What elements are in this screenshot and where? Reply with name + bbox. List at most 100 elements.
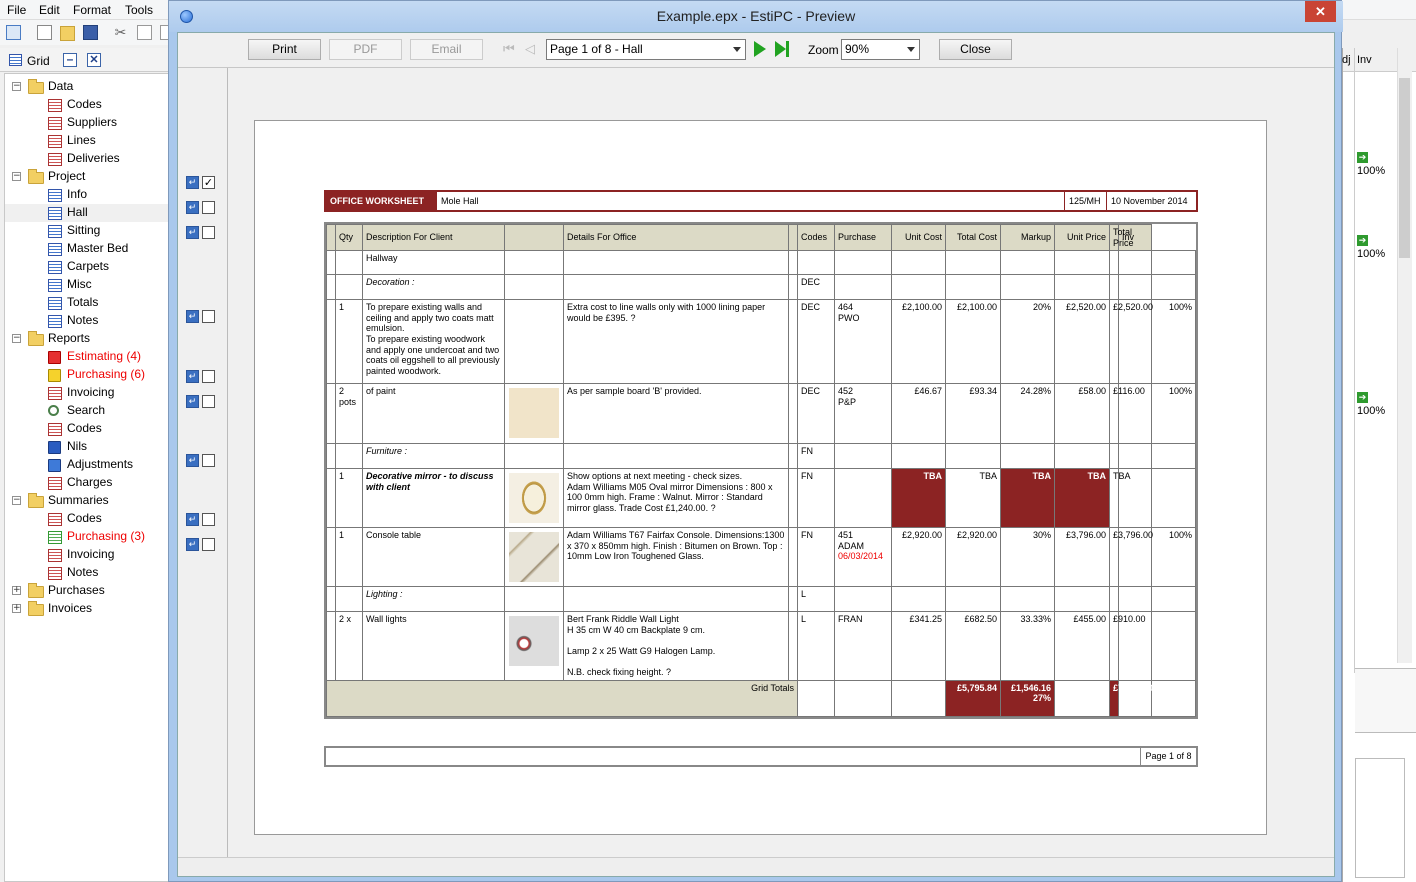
email-button[interactable]: Email [410, 39, 483, 60]
tree-item-project[interactable]: − Project [5, 168, 169, 186]
row-include-checkbox[interactable] [202, 395, 215, 408]
tree-item-master-bed[interactable]: Master Bed [5, 240, 169, 258]
expand-icon[interactable]: + [12, 586, 21, 595]
insert-row-icon[interactable]: ↵ [186, 395, 199, 408]
row-include-checkbox[interactable] [202, 201, 215, 214]
row-include-checkbox[interactable] [202, 226, 215, 239]
prev-page-icon[interactable]: ◁ [525, 42, 538, 56]
horizontal-scrollbar[interactable] [178, 857, 1334, 876]
last-page-icon[interactable] [775, 41, 789, 57]
tree-item-sitting[interactable]: Sitting [5, 222, 169, 240]
tree-item-deliveries[interactable]: Deliveries [5, 150, 169, 168]
insert-row-icon[interactable]: ↵ [186, 538, 199, 551]
tree-item-purchasing-6[interactable]: Purchasing (6) [5, 366, 169, 384]
open-folder-icon[interactable] [60, 26, 75, 41]
cell-unit-cost [891, 274, 946, 301]
insert-row-icon[interactable]: ↵ [186, 370, 199, 383]
tree-item-invoicing[interactable]: Invoicing [5, 384, 169, 402]
cell-purchase: 452 P&P [834, 383, 892, 445]
close-window-button[interactable]: ✕ [1305, 1, 1336, 22]
cell-total-cost: £682.50 [945, 611, 1001, 681]
tree-item-summaries[interactable]: − Summaries [5, 492, 169, 510]
cell-desc: To prepare existing walls and ceiling an… [362, 299, 505, 385]
tree-item-suppliers[interactable]: Suppliers [5, 114, 169, 132]
row-include-checkbox[interactable]: ✓ [202, 176, 215, 189]
collapse-tree-icon[interactable]: − [12, 496, 21, 505]
find-icon[interactable] [6, 25, 21, 40]
new-file-icon[interactable] [37, 25, 52, 40]
close-grid-icon[interactable]: ✕ [87, 53, 101, 67]
tree-item-purchasing-3[interactable]: Purchasing (3) [5, 528, 169, 546]
menu-edit[interactable]: Edit [39, 3, 60, 17]
collapse-tree-icon[interactable]: − [12, 334, 21, 343]
tree-item-purchases[interactable]: + Purchases [5, 582, 169, 600]
tree-item-lines[interactable]: Lines [5, 132, 169, 150]
tree-item-codes[interactable]: Codes [5, 510, 169, 528]
cell-codes: DEC [797, 274, 835, 301]
cell-total-cost [945, 586, 1001, 613]
cell-purchase [834, 586, 892, 613]
expand-icon[interactable]: + [12, 604, 21, 613]
menu-tools[interactable]: Tools [125, 3, 153, 17]
cell-total-price: £2,520.00 [1109, 299, 1153, 385]
insert-row-icon[interactable]: ↵ [186, 513, 199, 526]
cell-spacer [326, 527, 336, 588]
row-include-checkbox[interactable] [202, 454, 215, 467]
close-button[interactable]: Close [939, 39, 1012, 60]
tree-item-misc[interactable]: Misc [5, 276, 169, 294]
insert-row-icon[interactable]: ↵ [186, 176, 199, 189]
collapse-icon[interactable]: – [63, 53, 77, 67]
tree-item-totals[interactable]: Totals [5, 294, 169, 312]
tree-item-search[interactable]: Search [5, 402, 169, 420]
row-include-checkbox[interactable] [202, 538, 215, 551]
tree-item-label: Purchasing (6) [67, 367, 146, 381]
cell-unit-price [1054, 586, 1110, 613]
row-include-checkbox[interactable] [202, 310, 215, 323]
tree-item-hall[interactable]: Hall [5, 204, 169, 222]
tree-item-data[interactable]: − Data [5, 78, 169, 96]
tree-item-nils[interactable]: Nils [5, 438, 169, 456]
grid-icon [48, 513, 62, 526]
cell-desc: Wall lights [362, 611, 505, 681]
row-include-checkbox[interactable] [202, 513, 215, 526]
insert-row-icon[interactable]: ↵ [186, 226, 199, 239]
col-header: Description For Client [362, 223, 505, 252]
print-button[interactable]: Print [248, 39, 321, 60]
tree-item-adjustments[interactable]: Adjustments [5, 456, 169, 474]
menu-format[interactable]: Format [73, 3, 111, 17]
first-page-icon[interactable]: ⏮ [503, 42, 516, 56]
tree-item-estimating-4[interactable]: Estimating (4) [5, 348, 169, 366]
cut-icon[interactable]: ✂ [113, 25, 128, 40]
grid-label[interactable]: Grid [27, 54, 50, 68]
pdf-button[interactable]: PDF [329, 39, 402, 60]
insert-row-icon[interactable]: ↵ [186, 310, 199, 323]
cell-codes: FN [797, 527, 835, 588]
tree-item-label: Notes [67, 565, 99, 579]
tree-item-reports[interactable]: − Reports [5, 330, 169, 348]
tree-item-notes[interactable]: Notes [5, 312, 169, 330]
col-header: Qty [335, 223, 363, 252]
tree-item-info[interactable]: Info [5, 186, 169, 204]
next-page-icon[interactable] [754, 41, 766, 57]
tree-item-invoicing[interactable]: Invoicing [5, 546, 169, 564]
cell-purchase [834, 274, 892, 301]
tree-item-invoices[interactable]: + Invoices [5, 600, 169, 618]
tree-item-charges[interactable]: Charges [5, 474, 169, 492]
zoom-select[interactable]: 90% [841, 39, 920, 60]
page-select[interactable]: Page 1 of 8 - Hall [546, 39, 746, 60]
background-scroll-thumb[interactable] [1399, 78, 1410, 258]
cell-unit-price: TBA [1054, 468, 1110, 529]
cell-spacer [326, 250, 336, 276]
collapse-tree-icon[interactable]: − [12, 82, 21, 91]
insert-row-icon[interactable]: ↵ [186, 201, 199, 214]
tree-item-carpets[interactable]: Carpets [5, 258, 169, 276]
tree-item-notes[interactable]: Notes [5, 564, 169, 582]
row-include-checkbox[interactable] [202, 370, 215, 383]
save-icon[interactable] [83, 25, 98, 40]
insert-row-icon[interactable]: ↵ [186, 454, 199, 467]
menu-file[interactable]: File [7, 3, 26, 17]
copy-icon[interactable] [137, 25, 152, 40]
tree-item-codes[interactable]: Codes [5, 420, 169, 438]
collapse-tree-icon[interactable]: − [12, 172, 21, 181]
tree-item-codes[interactable]: Codes [5, 96, 169, 114]
